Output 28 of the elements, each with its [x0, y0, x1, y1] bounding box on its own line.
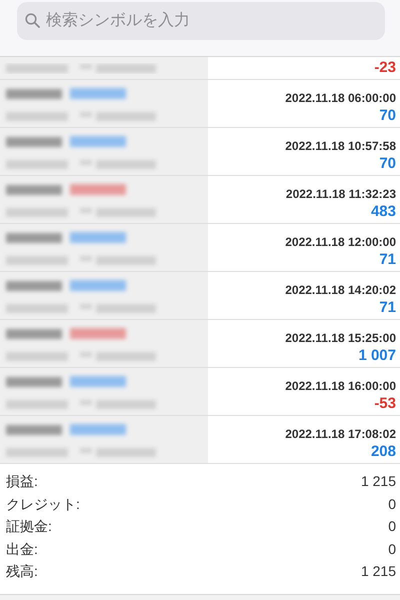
- profit-value: 71: [379, 250, 396, 269]
- summary-label: 損益:: [6, 472, 38, 491]
- trade-time: 2022.11.18 14:20:02: [285, 282, 396, 298]
- trade-time: 2022.11.18 10:57:58: [285, 138, 396, 154]
- trade-time: 2022.11.18 17:08:02: [285, 426, 396, 442]
- profit-value: 1 007: [358, 346, 396, 365]
- trade-time: 2022.11.18 15:25:00: [285, 330, 396, 346]
- summary-value: 1 215: [360, 472, 396, 491]
- profit-value: 70: [379, 154, 396, 173]
- summary-value: 1 215: [360, 562, 396, 581]
- summary-value: 0: [388, 517, 396, 536]
- profit-value: 71: [379, 298, 396, 317]
- summary-value: 0: [388, 540, 396, 558]
- profit-value: -53: [374, 394, 396, 413]
- trade-time: 2022.11.18 12:00:00: [285, 234, 396, 250]
- summary-label: 残高:: [6, 562, 38, 581]
- summary-value: 0: [388, 494, 396, 514]
- summary-label: 証拠金:: [6, 517, 52, 536]
- profit-value: -23: [374, 58, 396, 77]
- trade-time: 2022.11.18 11:32:23: [286, 186, 396, 202]
- trade-time: 2022.11.18 16:00:00: [285, 378, 396, 394]
- trade-time: 2022.11.18 06:00:00: [285, 90, 396, 106]
- profit-value: 208: [370, 442, 396, 461]
- summary-label: クレジット:: [6, 494, 80, 514]
- summary-label: 出金:: [6, 540, 38, 558]
- profit-value: 70: [379, 106, 396, 125]
- profit-value: 483: [370, 202, 396, 221]
- search-field[interactable]: 検索シンボルを入力: [17, 2, 385, 40]
